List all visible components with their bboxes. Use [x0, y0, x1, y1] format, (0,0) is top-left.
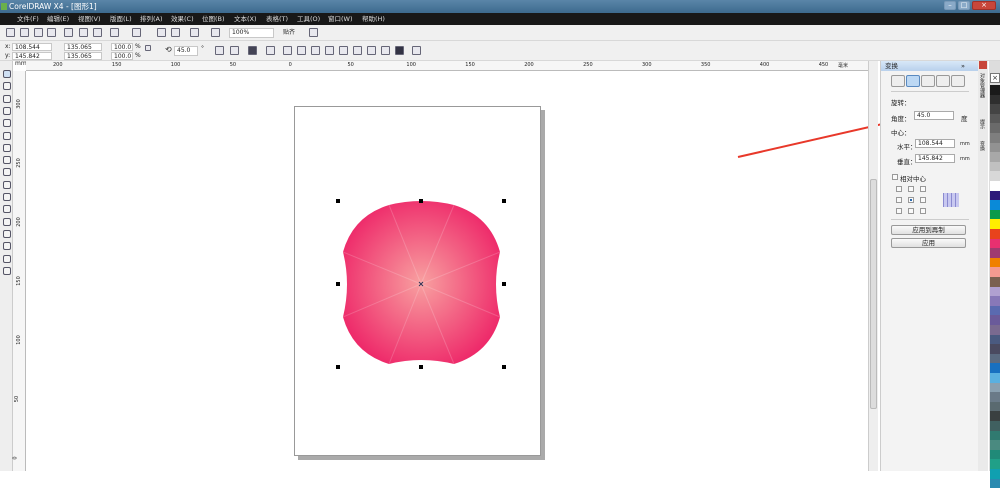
selection-handle[interactable]	[336, 199, 340, 203]
color-swatch[interactable]	[990, 104, 1000, 114]
color-swatch[interactable]	[990, 219, 1000, 229]
selection-handle[interactable]	[502, 365, 506, 369]
color-swatch[interactable]	[990, 296, 1000, 306]
color-swatch[interactable]	[990, 267, 1000, 277]
vertical-center-input[interactable]: 145.842	[915, 154, 955, 163]
color-swatch[interactable]	[990, 421, 1000, 431]
selection-handle[interactable]	[336, 365, 340, 369]
color-swatch[interactable]	[990, 209, 1000, 220]
docker-header: 变换 »	[881, 61, 979, 71]
color-swatch[interactable]	[990, 430, 1000, 441]
selection-handle[interactable]	[419, 199, 423, 203]
relative-center-checkbox[interactable]	[892, 174, 898, 180]
color-swatch[interactable]	[990, 478, 1000, 488]
anchor-point-radio[interactable]	[896, 208, 902, 214]
anchor-point-radio[interactable]	[908, 186, 914, 192]
horizontal-label: 水平：	[897, 143, 917, 151]
color-swatch[interactable]	[990, 133, 1000, 143]
center-label: 中心：	[891, 129, 911, 137]
relative-center-label: 相对中心	[900, 175, 926, 183]
tab-transform[interactable]: 变换	[979, 141, 986, 151]
color-swatch[interactable]	[990, 142, 1000, 153]
anchor-preview-icon	[943, 193, 959, 207]
no-fill-swatch[interactable]: ×	[990, 73, 1000, 83]
color-swatch[interactable]	[990, 392, 1000, 402]
apply-to-duplicate-button[interactable]: 应用到再制	[891, 225, 966, 235]
position-tab-icon[interactable]	[891, 75, 905, 87]
color-swatch[interactable]	[990, 286, 1000, 297]
color-swatch[interactable]	[990, 248, 1000, 258]
anchor-point-radio[interactable]	[896, 186, 902, 192]
color-swatch[interactable]	[990, 469, 1000, 479]
color-swatch[interactable]	[990, 353, 1000, 364]
apply-button[interactable]: 应用	[891, 238, 966, 248]
vertical-unit-label: mm	[960, 156, 970, 162]
color-swatch[interactable]	[990, 325, 1000, 335]
color-swatch[interactable]	[990, 373, 1000, 383]
divider	[891, 91, 969, 92]
color-swatch[interactable]	[990, 277, 1000, 287]
selection-handle[interactable]	[502, 282, 506, 286]
anchor-point-radio[interactable]	[920, 197, 926, 203]
color-swatch[interactable]	[990, 152, 1000, 162]
docker-title: 变换	[885, 62, 898, 70]
color-swatch[interactable]	[990, 449, 1000, 460]
color-swatch[interactable]	[990, 382, 1000, 393]
anchor-point-radio[interactable]	[896, 197, 902, 203]
skew-tab-icon[interactable]	[951, 75, 965, 87]
anchor-point-radio[interactable]	[920, 186, 926, 192]
selection-handle[interactable]	[336, 282, 340, 286]
angle-input[interactable]: 45.0	[914, 111, 954, 120]
color-swatch[interactable]	[990, 171, 1000, 181]
selection-handle[interactable]	[502, 199, 506, 203]
docker-expand-icon[interactable]: »	[961, 61, 965, 71]
vertical-label: 垂直：	[897, 158, 917, 166]
horizontal-center-input[interactable]: 108.544	[915, 139, 955, 148]
color-swatch[interactable]	[990, 440, 1000, 450]
color-palette: ×	[989, 61, 1000, 488]
rotate-label: 旋转：	[891, 99, 911, 107]
color-swatch[interactable]	[990, 123, 1000, 133]
color-swatch[interactable]	[990, 411, 1000, 421]
vertical-scrollbar[interactable]	[868, 61, 878, 471]
selection-handle[interactable]	[419, 365, 423, 369]
tab-object-manager[interactable]: 对象管理器	[979, 73, 986, 98]
docker-side-tabs: 对象管理器 提示 变换	[978, 61, 988, 471]
scale-tab-icon[interactable]	[921, 75, 935, 87]
size-tab-icon[interactable]	[936, 75, 950, 87]
color-swatch[interactable]	[990, 401, 1000, 412]
divider	[891, 219, 969, 220]
color-swatch[interactable]	[990, 200, 1000, 210]
color-swatch[interactable]	[990, 94, 1000, 105]
tab-hints[interactable]: 提示	[979, 119, 986, 129]
color-swatch[interactable]	[990, 113, 1000, 124]
color-swatch[interactable]	[990, 190, 1000, 201]
scrollbar-thumb[interactable]	[870, 179, 877, 409]
angle-unit-label: 度	[961, 115, 968, 123]
color-swatch[interactable]	[990, 344, 1000, 354]
anchor-point-radio[interactable]	[920, 208, 926, 214]
color-swatch[interactable]	[990, 238, 1000, 249]
color-swatch[interactable]	[990, 257, 1000, 268]
color-swatch[interactable]	[990, 459, 1000, 469]
color-swatch[interactable]	[990, 181, 1000, 191]
anchor-point-radio[interactable]	[908, 208, 914, 214]
rotate-tab-icon[interactable]	[906, 75, 920, 87]
horizontal-unit-label: mm	[960, 141, 970, 147]
color-swatch[interactable]	[990, 85, 1000, 95]
color-swatch[interactable]	[990, 161, 1000, 172]
shape-layer	[342, 115, 906, 365]
anchor-point-radio[interactable]	[908, 197, 914, 203]
color-swatch[interactable]	[990, 334, 1000, 345]
docker-close-icon[interactable]	[979, 61, 987, 69]
color-swatch[interactable]	[990, 229, 1000, 239]
transform-docker: 变换 » 旋转： 角度： 45.0 度 中心： 水平： 108.544 mm 垂…	[880, 61, 979, 471]
angle-label: 角度：	[891, 115, 911, 123]
color-swatch[interactable]	[990, 315, 1000, 325]
color-swatch[interactable]	[990, 305, 1000, 316]
color-swatch[interactable]	[990, 363, 1000, 373]
